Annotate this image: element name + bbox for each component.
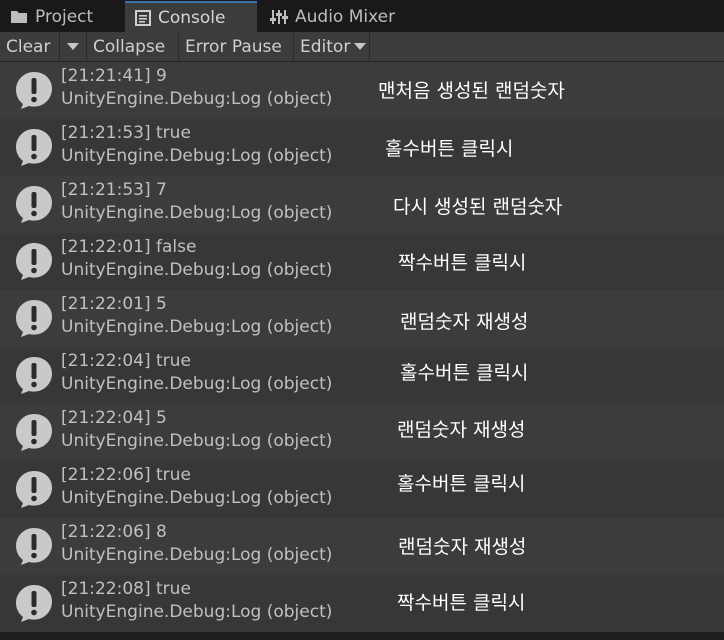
error-pause-toggle-label: Error Pause	[185, 36, 282, 57]
info-message-icon	[14, 127, 54, 167]
collapse-toggle-label: Collapse	[93, 36, 166, 57]
log-entry[interactable]: [21:22:01] false UnityEngine.Debug:Log (o…	[0, 233, 724, 290]
log-stacktrace: UnityEngine.Debug:Log (object)	[61, 317, 333, 337]
error-pause-toggle[interactable]: Error Pause	[179, 32, 294, 61]
log-entry[interactable]: [21:22:06] 8 UnityEngine.Debug:Log (objec…	[0, 518, 724, 575]
editor-dropdown-label: Editor	[300, 36, 351, 57]
clear-options-dropdown[interactable]	[60, 32, 87, 61]
log-stacktrace: UnityEngine.Debug:Log (object)	[61, 89, 333, 109]
log-entry[interactable]: [21:21:41] 9 UnityEngine.Debug:Log (objec…	[0, 62, 724, 119]
log-message: [21:21:41] 9	[61, 66, 167, 86]
log-stacktrace: UnityEngine.Debug:Log (object)	[61, 374, 333, 394]
annotation-text: 랜덤숫자 재생성	[397, 419, 526, 441]
log-entry[interactable]: [21:22:04] true UnityEngine.Debug:Log (ob…	[0, 347, 724, 404]
log-message: [21:22:06] 8	[61, 522, 167, 542]
log-stacktrace: UnityEngine.Debug:Log (object)	[61, 488, 333, 508]
annotation-text: 맨처음 생성된 랜덤숫자	[378, 80, 565, 102]
annotation-text: 홀수버튼 클릭시	[397, 473, 526, 495]
annotation-text: 랜덤숫자 재생성	[400, 311, 529, 333]
tab-audio-mixer[interactable]: Audio Mixer	[260, 1, 410, 32]
tab-console-label: Console	[158, 7, 226, 28]
info-message-icon	[14, 184, 54, 224]
log-entry[interactable]: [21:22:08] true UnityEngine.Debug:Log (ob…	[0, 575, 724, 632]
log-message: [21:22:06] true	[61, 465, 191, 485]
clear-button[interactable]: Clear	[0, 32, 60, 61]
chevron-down-icon	[354, 43, 367, 50]
log-stacktrace: UnityEngine.Debug:Log (object)	[61, 146, 333, 166]
console-toolbar: Clear Collapse Error Pause Editor	[0, 32, 724, 62]
console-icon	[135, 9, 151, 26]
log-stacktrace: UnityEngine.Debug:Log (object)	[61, 260, 333, 280]
log-entry[interactable]: [21:22:01] 5 UnityEngine.Debug:Log (objec…	[0, 290, 724, 347]
tab-console[interactable]: Console	[125, 1, 257, 32]
log-stacktrace: UnityEngine.Debug:Log (object)	[61, 431, 333, 451]
clear-button-label: Clear	[6, 36, 51, 57]
annotation-text: 홀수버튼 클릭시	[400, 362, 529, 384]
annotation-text: 랜덤숫자 재생성	[398, 536, 527, 558]
annotation-text: 홀수버튼 클릭시	[385, 138, 514, 160]
log-message: [21:21:53] true	[61, 123, 191, 143]
info-message-icon	[14, 355, 54, 395]
folder-icon	[10, 9, 28, 24]
log-message: [21:21:53] 7	[61, 180, 167, 200]
info-message-icon	[14, 583, 54, 623]
collapse-toggle[interactable]: Collapse	[87, 32, 179, 61]
log-message: [21:22:01] 5	[61, 294, 167, 314]
console-log-list[interactable]: [21:21:41] 9 UnityEngine.Debug:Log (objec…	[0, 62, 724, 640]
annotation-text: 짝수버튼 클릭시	[398, 252, 527, 274]
window-tab-bar: Project Console Audio Mixer	[0, 0, 724, 32]
info-message-icon	[14, 526, 54, 566]
log-entry[interactable]: [21:22:06] true UnityEngine.Debug:Log (ob…	[0, 461, 724, 518]
log-entry[interactable]: [21:21:53] true UnityEngine.Debug:Log (ob…	[0, 119, 724, 176]
log-entry[interactable]: [21:22:04] 5 UnityEngine.Debug:Log (objec…	[0, 404, 724, 461]
log-message: [21:22:04] 5	[61, 408, 167, 428]
log-message: [21:22:08] true	[61, 579, 191, 599]
info-message-icon	[14, 70, 54, 110]
tab-audio-mixer-label: Audio Mixer	[295, 6, 396, 27]
chevron-down-icon	[67, 43, 79, 50]
log-entry[interactable]: [21:21:53] 7 UnityEngine.Debug:Log (objec…	[0, 176, 724, 233]
log-stacktrace: UnityEngine.Debug:Log (object)	[61, 602, 333, 622]
log-message: [21:22:04] true	[61, 351, 191, 371]
info-message-icon	[14, 298, 54, 338]
editor-dropdown[interactable]: Editor	[294, 32, 370, 61]
log-stacktrace: UnityEngine.Debug:Log (object)	[61, 203, 333, 223]
tab-project[interactable]: Project	[0, 1, 124, 32]
annotation-text: 다시 생성된 랜덤숫자	[393, 196, 563, 218]
log-message: [21:22:01] false	[61, 237, 197, 257]
mixer-icon	[270, 9, 288, 25]
tab-project-label: Project	[35, 6, 94, 27]
info-message-icon	[14, 412, 54, 452]
annotation-text: 짝수버튼 클릭시	[397, 592, 526, 614]
info-message-icon	[14, 469, 54, 509]
log-stacktrace: UnityEngine.Debug:Log (object)	[61, 545, 333, 565]
info-message-icon	[14, 241, 54, 281]
